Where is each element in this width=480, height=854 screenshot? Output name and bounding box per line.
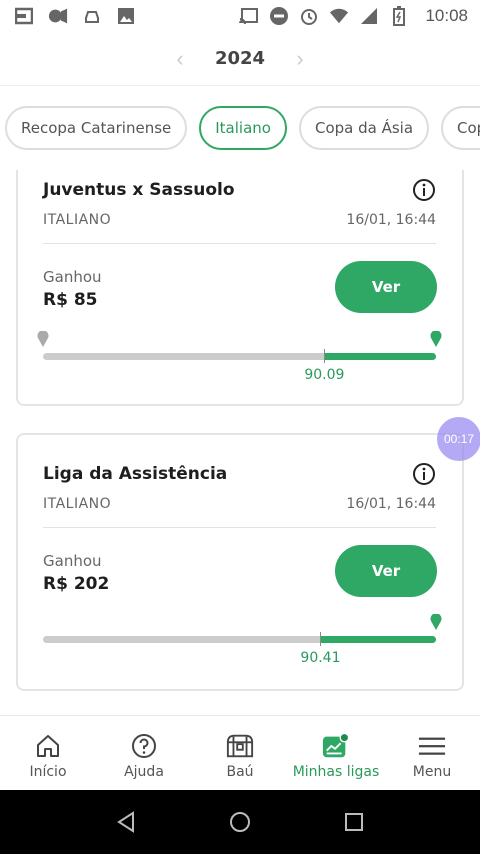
chest-icon xyxy=(226,732,254,760)
dnd-icon xyxy=(269,6,289,26)
result-label: Ganhou xyxy=(43,268,102,286)
nav-item-menu[interactable]: Menu xyxy=(384,716,480,790)
marker-tick xyxy=(320,632,322,646)
help-icon xyxy=(130,732,158,760)
info-icon[interactable] xyxy=(412,462,436,486)
alarm-icon xyxy=(299,6,319,26)
year-selector: ‹ 2024 › xyxy=(0,32,480,86)
battery-icon xyxy=(389,6,409,26)
floating-timer[interactable]: 00:17 xyxy=(437,417,480,461)
signal-icon xyxy=(359,6,379,26)
end-pin-icon xyxy=(430,331,442,347)
image-icon xyxy=(116,6,136,26)
league-card: Juventus x Sassuolo ITALIANO 16/01, 16:4… xyxy=(16,170,464,406)
nav-item-minhas-ligas[interactable]: Minhas ligas xyxy=(288,716,384,790)
nav-label: Minhas ligas xyxy=(292,764,380,780)
marker-value: 90.41 xyxy=(300,650,341,666)
home-circle-icon[interactable] xyxy=(228,810,252,834)
marker-tick xyxy=(324,349,326,363)
result-value: R$ 202 xyxy=(43,574,110,594)
progress-track: 90.41 xyxy=(43,614,442,666)
card-title: Liga da Assistência xyxy=(43,464,228,484)
chip-italiano[interactable]: Italiano xyxy=(199,106,287,150)
year-label: 2024 xyxy=(214,48,266,69)
card-league: ITALIANO xyxy=(43,212,112,228)
status-time: 10:08 xyxy=(425,6,468,25)
result-label: Ganhou xyxy=(43,552,102,570)
home-icon xyxy=(34,732,62,760)
nav-label: Ajuda xyxy=(124,764,164,780)
leagues-icon xyxy=(322,732,350,760)
square-icon xyxy=(14,6,34,26)
start-pin-icon xyxy=(37,331,49,347)
info-icon[interactable] xyxy=(412,178,436,202)
league-filter-chips: Recopa Catarinense Italiano Copa da Ásia… xyxy=(0,86,480,170)
marker-value: 90.09 xyxy=(304,367,345,383)
league-card: Liga da Assistência ITALIANO 16/01, 16:4… xyxy=(16,433,464,691)
nav-label: Início xyxy=(29,764,67,780)
chip-copa-da-asia[interactable]: Copa da Ásia xyxy=(298,106,430,150)
menu-icon xyxy=(418,732,446,760)
card-date: 16/01, 16:44 xyxy=(346,496,436,512)
cast-icon xyxy=(239,6,259,26)
prev-year-button[interactable]: ‹ xyxy=(160,46,200,72)
divider xyxy=(43,243,436,244)
progress-fill xyxy=(324,353,436,360)
car-icon xyxy=(82,6,102,26)
chip-copa[interactable]: Copa xyxy=(441,106,480,150)
ver-button[interactable]: Ver xyxy=(335,545,437,597)
leagues-list[interactable]: Juventus x Sassuolo ITALIANO 16/01, 16:4… xyxy=(0,170,480,715)
ver-button[interactable]: Ver xyxy=(335,261,437,313)
nav-item-inicio[interactable]: Início xyxy=(0,716,96,790)
end-pin-icon xyxy=(430,614,442,630)
chip-recopa-catarinense[interactable]: Recopa Catarinense xyxy=(5,106,188,150)
next-year-button[interactable]: › xyxy=(280,46,320,72)
status-bar: 10:08 xyxy=(0,0,480,32)
card-league: ITALIANO xyxy=(43,496,112,512)
result-value: R$ 85 xyxy=(43,290,98,310)
card-title: Juventus x Sassuolo xyxy=(43,180,235,200)
progress-track: 90.09 xyxy=(37,331,442,383)
nav-label: Baú xyxy=(226,764,254,780)
nav-item-ajuda[interactable]: Ajuda xyxy=(96,716,192,790)
back-icon[interactable] xyxy=(114,810,138,834)
video-icon xyxy=(48,6,68,26)
recents-icon[interactable] xyxy=(342,810,366,834)
system-nav-bar xyxy=(0,790,480,854)
bottom-nav: Início Ajuda Baú Minhas ligas Menu xyxy=(0,715,480,790)
divider xyxy=(43,527,436,528)
wifi-icon xyxy=(329,6,349,26)
progress-fill xyxy=(320,636,436,643)
card-date: 16/01, 16:44 xyxy=(346,212,436,228)
nav-label: Menu xyxy=(412,764,452,780)
nav-item-bau[interactable]: Baú xyxy=(192,716,288,790)
